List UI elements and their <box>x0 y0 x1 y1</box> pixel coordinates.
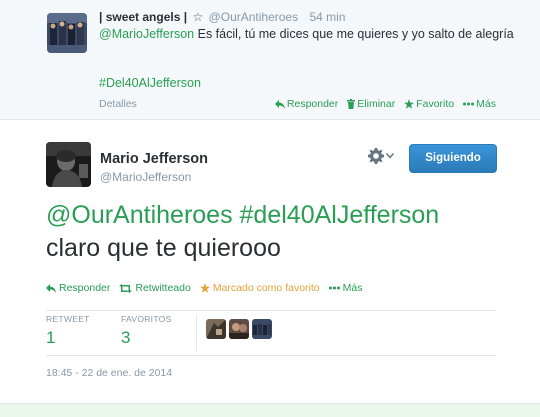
user-actions-menu-button[interactable] <box>368 148 394 164</box>
more-dots-icon <box>463 102 475 106</box>
reply-more-button[interactable]: Más <box>463 98 496 110</box>
reply-mention-link[interactable]: @MarioJefferson <box>99 27 194 41</box>
tweet-author-avatar[interactable] <box>46 142 91 187</box>
tweet-timestamp[interactable]: 18:45 - 22 de ene. de 2014 <box>46 367 172 379</box>
more-dots-icon <box>328 286 340 290</box>
tweet-retweeted-button[interactable]: Retwitteado <box>119 282 191 294</box>
favorites-stat-label: FAVORITOS <box>121 314 172 324</box>
favoriter-avatar[interactable] <box>252 319 272 339</box>
star-icon <box>404 99 415 109</box>
reply-text-body: Es fácil, tú me dices que me quieres y y… <box>194 27 514 41</box>
reply-hashtag-link[interactable]: #Del40AlJefferson <box>99 76 201 90</box>
reply-favorite-button[interactable]: Favorito <box>404 98 454 110</box>
retweet-icon <box>119 283 133 293</box>
tweet-stats: RETWEET 1 FAVORITOS 3 <box>46 310 496 356</box>
reply-delete-button[interactable]: Eliminar <box>347 98 395 110</box>
reply-timestamp[interactable]: 54 min <box>309 10 345 24</box>
tweet-text-body: claro que te quierooo <box>46 234 281 262</box>
following-button[interactable]: Siguiendo <box>409 144 497 173</box>
trash-icon <box>347 99 356 109</box>
tweet-retweeted-label: Retwitteado <box>135 282 191 294</box>
tweet-reply-button[interactable]: Responder <box>46 282 110 294</box>
reply-arrow-icon <box>46 283 56 293</box>
reply-star-glyph: ☆ <box>192 10 204 24</box>
favoriter-avatar[interactable] <box>206 319 226 339</box>
reply-more-label: Más <box>476 98 496 110</box>
retweet-stat-label: RETWEET <box>46 314 90 324</box>
favorites-count: 3 <box>121 328 131 347</box>
retweet-stat[interactable]: RETWEET 1 <box>46 314 90 348</box>
reply-composer-band[interactable] <box>0 403 540 417</box>
tweet-reply-label: Responder <box>59 282 111 294</box>
reply-author-name[interactable]: | sweet angels | <box>99 10 187 24</box>
favorites-stat[interactable]: FAVORITOS 3 <box>121 314 172 348</box>
reply-author-handle[interactable]: @OurAntiheroes <box>209 10 299 24</box>
tweet-mention-link[interactable]: @OurAntiheroes <box>46 201 233 229</box>
tweet-favorited-label: Marcado como favorito <box>212 282 320 294</box>
reply-details-link[interactable]: Detalles <box>99 98 137 110</box>
tweet-favorited-button[interactable]: Marcado como favorito <box>199 282 320 294</box>
reply-favorite-label: Favorito <box>416 98 455 110</box>
reply-header: | sweet angels | ☆ @OurAntiheroes 54 min <box>99 10 345 24</box>
gear-icon <box>368 148 384 164</box>
star-icon <box>199 283 210 293</box>
tweet-hashtag-link[interactable]: #del40AlJefferson <box>240 201 440 229</box>
reply-reply-button[interactable]: Responder <box>274 98 339 110</box>
reply-reply-label: Responder <box>286 98 339 110</box>
retweet-count: 1 <box>46 328 56 347</box>
reply-arrow-icon <box>274 99 285 109</box>
chevron-down-icon <box>386 153 394 159</box>
favoriter-avatar[interactable] <box>229 319 249 339</box>
reply-avatar[interactable] <box>47 13 87 53</box>
tweet-actions: Responder Retwitteado Marcado como favor… <box>46 282 362 294</box>
stats-divider <box>196 315 197 351</box>
reply-text: @MarioJefferson Es fácil, tú me dices qu… <box>99 26 519 42</box>
tweet-author-name[interactable]: Mario Jefferson <box>100 151 208 167</box>
tweet-more-button[interactable]: Más <box>328 282 363 294</box>
favoriter-avatars <box>206 319 272 339</box>
tweet-more-label: Más <box>342 282 363 294</box>
reply-tweet: | sweet angels | ☆ @OurAntiheroes 54 min… <box>0 0 540 120</box>
reply-actions: Responder Eliminar Favorito Más <box>274 98 496 110</box>
reply-delete-label: Eliminar <box>357 98 396 110</box>
tweet-author-handle[interactable]: @MarioJefferson <box>100 170 191 184</box>
tweet-text: @OurAntiheroes #del40AlJefferson claro q… <box>46 199 526 265</box>
